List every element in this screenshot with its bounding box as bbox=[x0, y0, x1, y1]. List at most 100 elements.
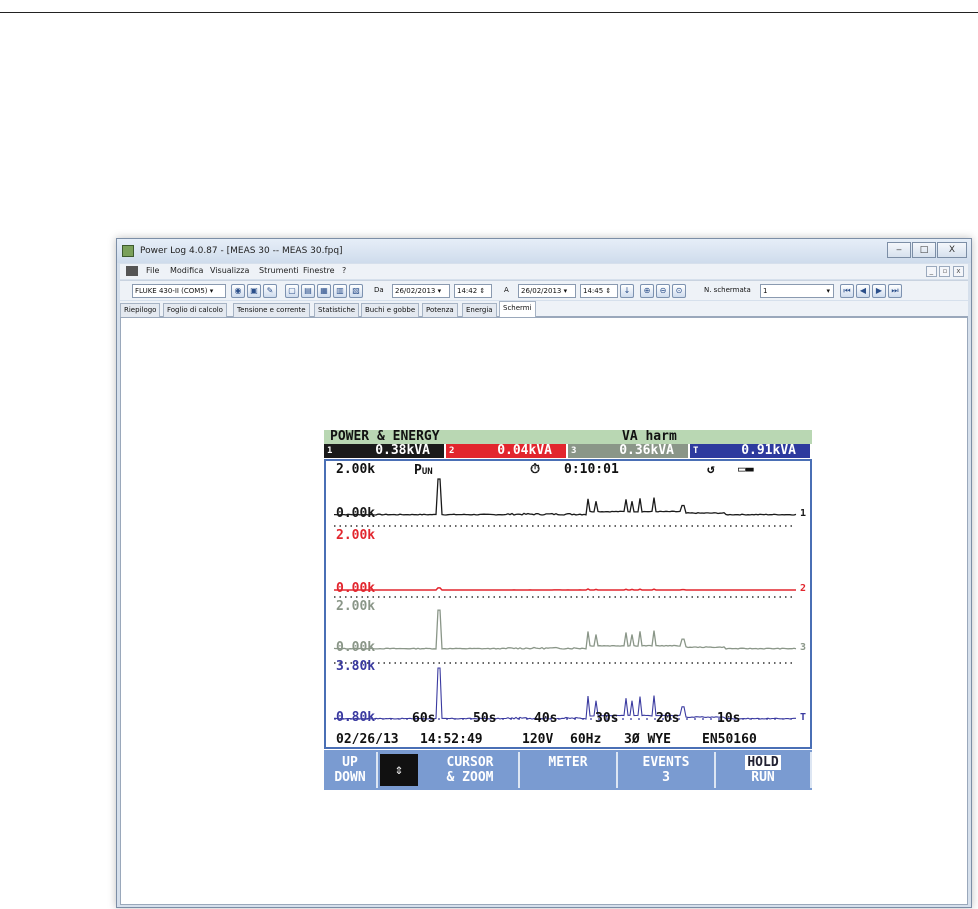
reading-T: T 0.91kVA bbox=[690, 444, 810, 458]
footer-config: 3Ø WYE bbox=[624, 732, 671, 747]
trace-T-bottom-label: 0.80k bbox=[336, 710, 376, 725]
fkey-line1: UP bbox=[342, 755, 358, 770]
measure-label-sub: UN bbox=[421, 467, 433, 477]
footer-frequency: 60Hz bbox=[570, 732, 602, 747]
screen-title: POWER & ENERGY bbox=[330, 429, 440, 444]
mdi-close-button[interactable]: x bbox=[953, 266, 964, 277]
reading-2: 2 0.04kVA bbox=[446, 444, 566, 458]
menu-visualizza[interactable]: Visualizza bbox=[210, 266, 249, 275]
device-select[interactable]: FLUKE 430-II (COM5) ▾ bbox=[132, 284, 226, 298]
settings-icon[interactable]: ✎ bbox=[263, 284, 277, 298]
menu-finestre[interactable]: Finestre bbox=[303, 266, 335, 275]
x-tick-60s: 60s bbox=[412, 711, 436, 726]
reading-3: 3 0.36kVA bbox=[568, 444, 688, 458]
trace-1 bbox=[334, 478, 797, 516]
screen-number-label: N. schermata bbox=[704, 286, 751, 294]
trace-3-top-label: 2.00k bbox=[336, 599, 376, 614]
screen-header: POWER & ENERGY VA harm bbox=[324, 430, 812, 444]
fluke-screen: POWER & ENERGY VA harm 1 0.38kVA 2 0.04kVA 3… bbox=[324, 430, 812, 798]
menu-modifica[interactable]: Modifica bbox=[170, 266, 203, 275]
fkey-meter[interactable]: METER bbox=[520, 752, 618, 788]
menu-file[interactable]: File bbox=[146, 266, 159, 275]
tab-tensione-e-corrente[interactable]: Tensione e corrente bbox=[233, 303, 310, 317]
tab-riepilogo[interactable]: Riepilogo bbox=[120, 303, 161, 317]
apply-range-icon[interactable]: ↓ bbox=[620, 284, 634, 298]
menu-bar: File Modifica Visualizza Strumenti Fines… bbox=[120, 264, 968, 279]
prev-screen-icon[interactable]: ◀ bbox=[856, 284, 870, 298]
download-icon[interactable]: ▣ bbox=[247, 284, 261, 298]
menu-strumenti[interactable]: Strumenti bbox=[259, 266, 299, 275]
from-label: Da bbox=[374, 286, 384, 294]
fkey-cursor[interactable]: CURSOR & ZOOM bbox=[422, 752, 520, 788]
from-time-field[interactable]: 14:42 ⇕ bbox=[454, 284, 492, 298]
from-date-value: 26/02/2013 bbox=[395, 287, 436, 295]
top-rule bbox=[0, 12, 978, 13]
mdi-controls: _ ▫ x bbox=[925, 266, 964, 277]
footer-date: 02/26/13 bbox=[336, 732, 399, 747]
zoom-out-icon[interactable]: ⊖ bbox=[656, 284, 670, 298]
reading-T-value: 0.91kVA bbox=[741, 443, 796, 458]
tab-potenza[interactable]: Potenza bbox=[422, 303, 458, 317]
trace-1-bottom-label: 0.00k bbox=[336, 506, 376, 521]
readings-bar: 1 0.38kVA 2 0.04kVA 3 0.36kVA T 0.91kVA bbox=[324, 444, 812, 458]
report-icon[interactable]: ▧ bbox=[349, 284, 363, 298]
tab-strip: Riepilogo Foglio di calcolo Tensione e c… bbox=[120, 301, 968, 317]
x-tick-20s: 20s bbox=[656, 711, 680, 726]
last-screen-icon[interactable]: ⏭ bbox=[888, 284, 902, 298]
from-date-picker[interactable]: 26/02/2013 ▾ bbox=[392, 284, 450, 298]
from-time-value: 14:42 bbox=[457, 287, 478, 295]
reading-1-phase: 1 bbox=[327, 446, 333, 456]
mdi-minimize-button[interactable]: _ bbox=[925, 266, 937, 277]
toolbar: FLUKE 430-II (COM5) ▾ ◉ ▣ ✎ ▢ ▤ ▦ ▥ ▧ Da… bbox=[120, 280, 968, 300]
connect-icon[interactable]: ◉ bbox=[231, 284, 245, 298]
trace-2-bottom-label: 0.00k bbox=[336, 581, 376, 596]
fkey-line1: CURSOR bbox=[446, 755, 494, 770]
document-icon[interactable] bbox=[126, 266, 138, 276]
screen-number-select[interactable]: 1 ▾ bbox=[760, 284, 834, 298]
trace-3 bbox=[333, 609, 797, 650]
reading-2-phase: 2 bbox=[449, 446, 455, 456]
export-icon[interactable]: ▥ bbox=[333, 284, 347, 298]
menu-help[interactable]: ? bbox=[342, 266, 346, 275]
minimize-button[interactable]: ‒ bbox=[887, 242, 911, 258]
save-icon[interactable]: ▤ bbox=[301, 284, 315, 298]
mdi-restore-button[interactable]: ▫ bbox=[939, 266, 951, 277]
print-icon[interactable]: ▦ bbox=[317, 284, 331, 298]
zoom-reset-icon[interactable]: ⊙ bbox=[672, 284, 686, 298]
fkey-up[interactable]: UP DOWN bbox=[324, 752, 378, 788]
to-time-field[interactable]: 14:45 ⇕ bbox=[580, 284, 618, 298]
rotate-icon: ↺ bbox=[707, 462, 715, 477]
first-screen-icon[interactable]: ⏮ bbox=[840, 284, 854, 298]
tab-statistiche[interactable]: Statistiche bbox=[314, 303, 360, 317]
window-title: Power Log 4.0.87 - [MEAS 30 -- MEAS 30.f… bbox=[140, 246, 343, 256]
next-screen-icon[interactable]: ▶ bbox=[872, 284, 886, 298]
fkey-line2: & ZOOM bbox=[446, 770, 494, 785]
fkey-line2: DOWN bbox=[334, 770, 366, 785]
up-down-arrows-icon[interactable]: ⇕ bbox=[380, 754, 418, 786]
x-tick-40s: 40s bbox=[534, 711, 558, 726]
new-icon[interactable]: ▢ bbox=[285, 284, 299, 298]
fkey-hold[interactable]: HOLD RUN bbox=[716, 752, 812, 788]
reading-1: 1 0.38kVA bbox=[324, 444, 444, 458]
tab-schermi[interactable]: Schermi bbox=[499, 301, 536, 317]
trace-T-top-label: 3.80k bbox=[336, 659, 376, 674]
to-date-picker[interactable]: 26/02/2013 ▾ bbox=[518, 284, 576, 298]
trace-3-bottom-label: 0.00k bbox=[336, 640, 376, 655]
trace-2-top-label: 2.00k bbox=[336, 528, 376, 543]
measure-label-main: P bbox=[414, 463, 422, 478]
trace-2-id: 2 bbox=[800, 583, 807, 594]
tab-energia[interactable]: Energia bbox=[462, 303, 497, 317]
fkey-events[interactable]: EVENTS 3 bbox=[618, 752, 716, 788]
measure-label: PUN bbox=[414, 463, 433, 478]
zoom-in-icon[interactable]: ⊕ bbox=[640, 284, 654, 298]
trace-1-id: 1 bbox=[800, 508, 807, 519]
trace-T-id: T bbox=[800, 712, 807, 723]
app-icon bbox=[122, 245, 134, 257]
device-select-value: FLUKE 430-II (COM5) bbox=[135, 287, 208, 295]
elapsed-time: 0:10:01 bbox=[564, 462, 619, 477]
maximize-button[interactable]: □ bbox=[912, 242, 936, 258]
tab-foglio-di-calcolo[interactable]: Foglio di calcolo bbox=[163, 303, 227, 317]
close-button[interactable]: X bbox=[937, 242, 967, 258]
footer-voltage: 120V bbox=[522, 732, 554, 747]
tab-buchi-e-gobbe[interactable]: Buchi e gobbe bbox=[361, 303, 420, 317]
